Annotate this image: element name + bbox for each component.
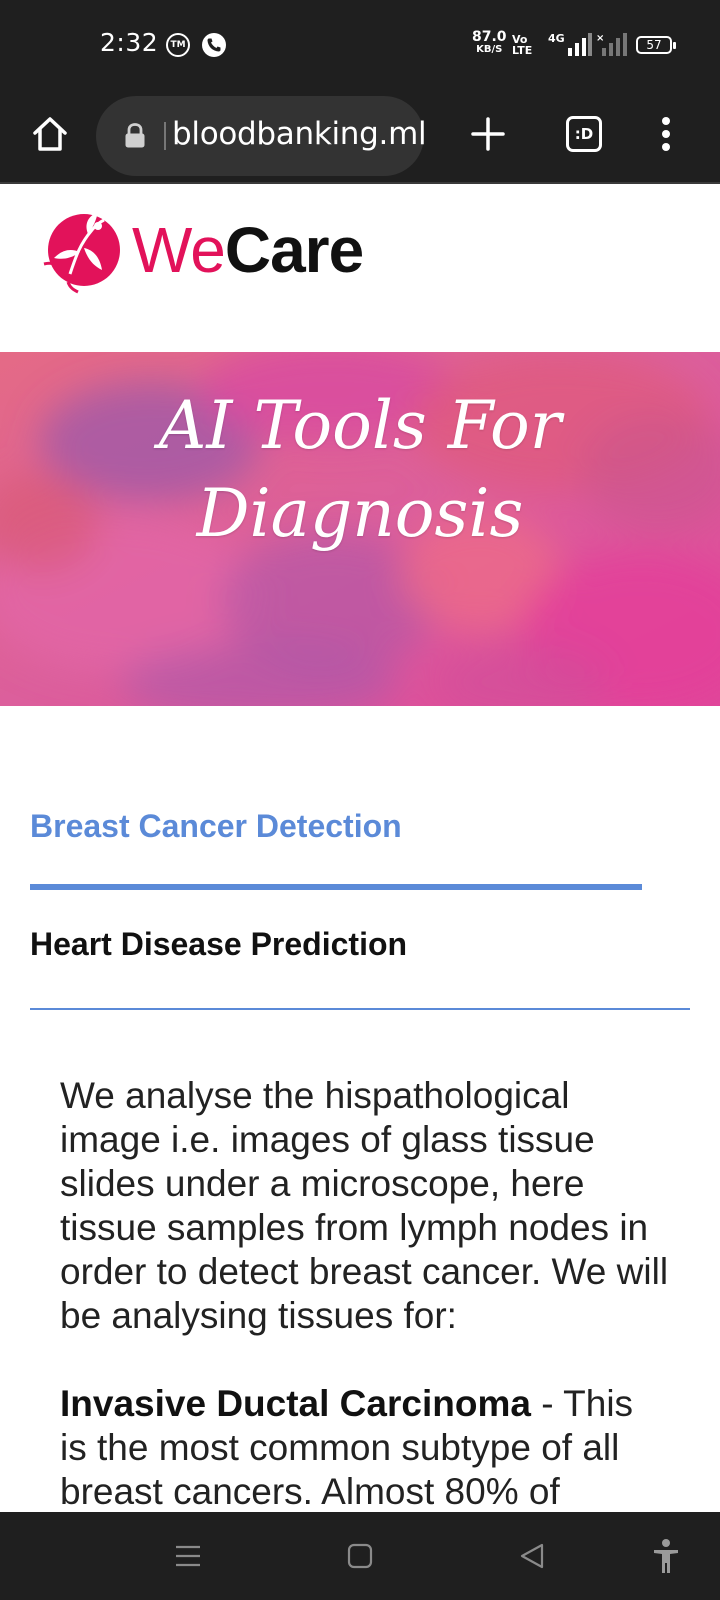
network-type: 4G (548, 32, 565, 45)
intro-paragraph: We analyse the hispathological image i.e… (60, 1075, 669, 1336)
tm-notification-icon: TM (166, 33, 190, 57)
plus-icon (471, 117, 505, 151)
more-menu-button[interactable] (638, 106, 694, 162)
battery-icon: 57 (636, 36, 676, 54)
network-speed-value: 87.0 (472, 29, 507, 45)
home-nav-button[interactable] (340, 1536, 380, 1576)
tab-heart-disease-prediction[interactable]: Heart Disease Prediction (30, 926, 407, 963)
volte-indicator: Vo LTE (512, 34, 532, 56)
home-square-icon (347, 1543, 373, 1569)
new-tab-button[interactable] (460, 106, 516, 162)
url-text: bloodbanking.ml (163, 116, 427, 152)
lock-icon (125, 123, 145, 148)
accessibility-icon (654, 1539, 678, 1573)
hero-title-line2: Diagnosis (196, 475, 524, 552)
logo-care: Care (224, 214, 364, 286)
signal-sim2-icon: × (596, 32, 630, 62)
status-time: 2:32 (100, 28, 159, 57)
network-speed: 87.0 KB/S (472, 29, 507, 55)
term-title: Invasive Ductal Carcinoma (60, 1383, 531, 1424)
tabs-icon: :D (566, 116, 602, 152)
tm-badge-text: TM (170, 40, 186, 50)
wecare-logo-icon (43, 212, 120, 294)
hero-title: AI Tools For Diagnosis (0, 382, 720, 558)
svg-text:×: × (596, 33, 604, 44)
logo-text: WeCare (132, 213, 364, 287)
hero-title-line1: AI Tools For (158, 387, 562, 464)
back-icon (520, 1543, 544, 1569)
network-speed-unit: KB/S (476, 44, 503, 55)
home-icon (33, 117, 67, 151)
site-logo[interactable]: WeCare (40, 200, 364, 300)
more-vert-icon (662, 117, 670, 151)
tab-content: We analyse the hispathological image i.e… (60, 1074, 670, 1558)
term-paragraph: Invasive Ductal Carcinoma - This is the … (60, 1382, 670, 1514)
tab-switcher-button[interactable]: :D (556, 106, 612, 162)
browser-toolbar: bloodbanking.ml :D (0, 88, 720, 184)
status-bar: 2:32 TM 87.0 KB/S Vo LTE 4G × 57 (0, 0, 720, 88)
tab-breast-cancer-detection[interactable]: Breast Cancer Detection (30, 808, 402, 845)
recent-apps-button[interactable] (168, 1536, 208, 1576)
logo-we: We (132, 214, 226, 286)
hero-banner: AI Tools For Diagnosis (0, 352, 720, 706)
system-nav-bar (0, 1512, 720, 1600)
active-tab-underline (30, 884, 642, 890)
tabs-divider (30, 1008, 690, 1010)
phone-notification-icon (202, 33, 226, 57)
home-button[interactable] (22, 106, 78, 162)
back-nav-button[interactable] (512, 1536, 552, 1576)
menu-icon (176, 1545, 200, 1567)
signal-4g-icon: 4G (546, 32, 592, 62)
accessibility-button[interactable] (646, 1536, 686, 1576)
address-bar[interactable]: bloodbanking.ml (96, 96, 427, 176)
volte-bottom: LTE (512, 44, 533, 57)
